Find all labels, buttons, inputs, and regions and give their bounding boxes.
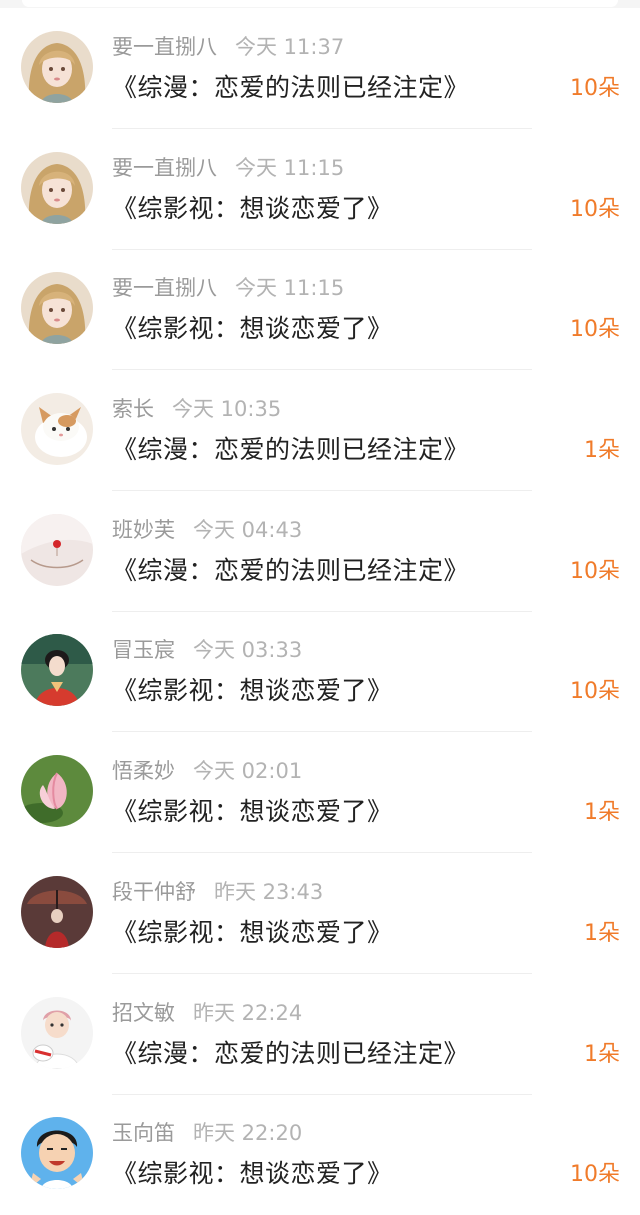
anime-girl-avatar[interactable] [21, 31, 93, 103]
timestamp: 今天 02:01 [193, 759, 303, 784]
book-title[interactable]: 《综漫：恋爱的法则已经注定》 [112, 1037, 469, 1071]
list-item[interactable]: 索长 今天 10:35 《综漫：恋爱的法则已经注定》 1朵 [0, 370, 640, 492]
book-title[interactable]: 《综影视：想谈恋爱了》 [112, 916, 393, 950]
user-name[interactable]: 悟柔妙 [112, 759, 175, 783]
umbrella-figure-avatar[interactable] [21, 875, 93, 948]
list-item[interactable]: 要一直捌八 今天 11:37 《综漫：恋爱的法则已经注定》 10朵 [0, 8, 640, 129]
timestamp: 昨天 22:24 [193, 1000, 303, 1025]
boy-with-toy-avatar[interactable] [21, 996, 93, 1069]
book-title[interactable]: 《综影视：想谈恋爱了》 [112, 312, 393, 346]
gift-record-list: 要一直捌八 今天 11:37 《综漫：恋爱的法则已经注定》 10朵 要一直捌八 今天… [0, 8, 640, 1215]
flower-count: 10朵 [570, 679, 620, 705]
user-name[interactable]: 招文敏 [112, 1001, 175, 1025]
user-name[interactable]: 要一直捌八 [112, 35, 217, 59]
list-item[interactable]: 班妙芙 今天 04:43 《综漫：恋爱的法则已经注定》 10朵 [0, 491, 640, 612]
top-card-edge [0, 0, 640, 8]
book-title[interactable]: 《综影视：想谈恋爱了》 [112, 1157, 393, 1191]
list-item[interactable]: 要一直捌八 今天 11:15 《综影视：想谈恋爱了》 10朵 [0, 249, 640, 371]
user-name[interactable]: 段干仲舒 [112, 880, 196, 904]
timestamp: 今天 10:35 [172, 397, 282, 422]
book-title[interactable]: 《综漫：恋爱的法则已经注定》 [112, 433, 469, 467]
flower-count: 1朵 [584, 438, 620, 464]
book-title[interactable]: 《综漫：恋爱的法则已经注定》 [112, 71, 469, 105]
list-item[interactable]: 玉向笛 昨天 22:20 《综影视：想谈恋爱了》 10朵 [0, 1094, 640, 1215]
timestamp: 昨天 23:43 [214, 879, 324, 904]
flower-count: 1朵 [584, 920, 620, 946]
book-title[interactable]: 《综影视：想谈恋爱了》 [112, 795, 393, 829]
flower-count: 10朵 [570, 1162, 620, 1188]
book-title[interactable]: 《综漫：恋爱的法则已经注定》 [112, 554, 469, 588]
timestamp: 昨天 22:20 [193, 1121, 303, 1146]
flower-count: 10朵 [570, 317, 620, 343]
anime-girl-avatar[interactable] [21, 272, 93, 345]
list-item[interactable]: 要一直捌八 今天 11:15 《综影视：想谈恋爱了》 10朵 [0, 129, 640, 250]
timestamp: 今天 11:37 [235, 35, 345, 59]
list-item[interactable]: 冒玉宸 今天 03:33 《综影视：想谈恋爱了》 10朵 [0, 611, 640, 733]
flower-count: 10朵 [570, 196, 620, 222]
timestamp: 今天 04:43 [193, 517, 303, 542]
flower-count: 10朵 [570, 558, 620, 584]
cartoon-boy-avatar[interactable] [21, 1117, 93, 1190]
book-title[interactable]: 《综影视：想谈恋爱了》 [112, 674, 393, 708]
timestamp: 今天 11:15 [235, 155, 345, 180]
user-name[interactable]: 班妙芙 [112, 518, 175, 542]
costume-woman-avatar[interactable] [21, 634, 93, 707]
user-name[interactable]: 要一直捌八 [112, 156, 217, 180]
flower-count: 1朵 [584, 1041, 620, 1067]
book-title[interactable]: 《综影视：想谈恋爱了》 [112, 192, 393, 226]
list-item[interactable]: 悟柔妙 今天 02:01 《综影视：想谈恋爱了》 1朵 [0, 732, 640, 854]
necklace-avatar[interactable] [21, 513, 93, 586]
flower-count: 10朵 [570, 76, 620, 101]
timestamp: 今天 03:33 [193, 638, 303, 663]
flower-count: 1朵 [584, 800, 620, 826]
timestamp: 今天 11:15 [235, 276, 345, 301]
user-name[interactable]: 玉向笛 [112, 1121, 175, 1145]
user-name[interactable]: 要一直捌八 [112, 276, 217, 300]
list-item[interactable]: 段干仲舒 昨天 23:43 《综影视：想谈恋爱了》 1朵 [0, 853, 640, 974]
cat-avatar[interactable] [21, 393, 93, 466]
user-name[interactable]: 索长 [112, 397, 154, 421]
user-name[interactable]: 冒玉宸 [112, 638, 175, 662]
lotus-avatar[interactable] [21, 755, 93, 828]
list-item[interactable]: 招文敏 昨天 22:24 《综漫：恋爱的法则已经注定》 1朵 [0, 974, 640, 1095]
anime-girl-avatar[interactable] [21, 151, 93, 224]
